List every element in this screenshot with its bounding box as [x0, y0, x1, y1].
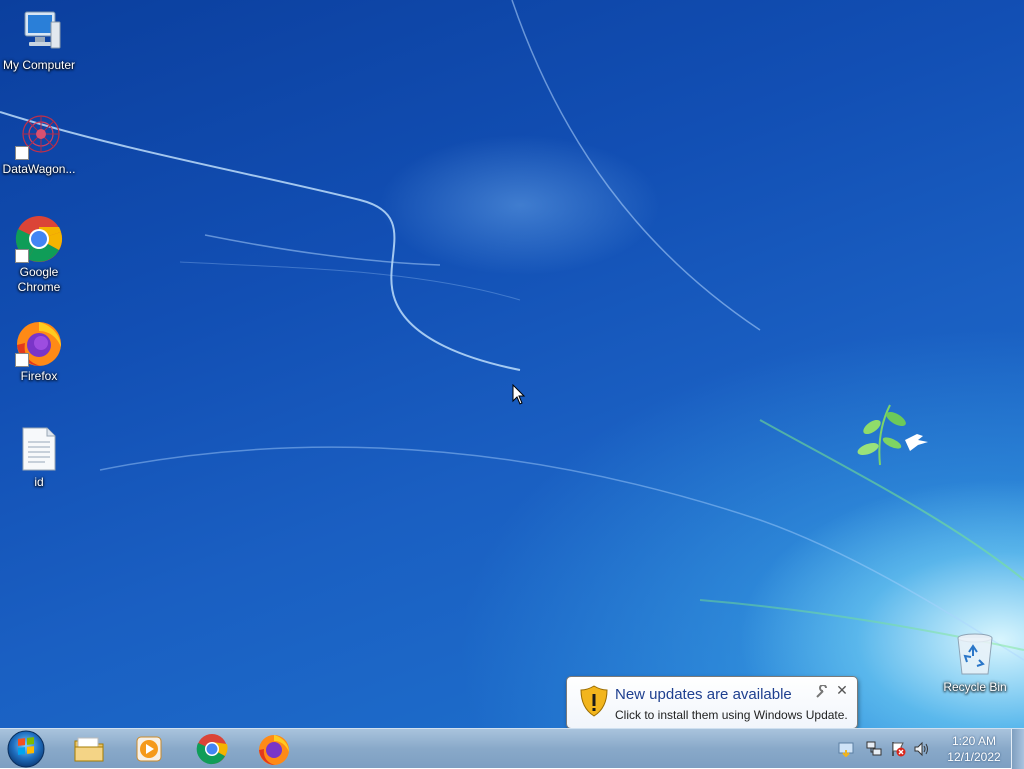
network-icon[interactable]	[866, 741, 882, 757]
media-player-icon	[136, 736, 162, 762]
update-notification-balloon[interactable]: New updates are available Click to insta…	[566, 676, 858, 729]
warning-shield-icon	[580, 685, 608, 717]
desktop-icon-id[interactable]: id	[0, 425, 78, 490]
taskbar-firefox-button[interactable]	[246, 731, 302, 767]
desktop-icon-my-computer[interactable]: My Computer	[0, 8, 78, 73]
chrome-icon	[15, 215, 63, 263]
volume-icon[interactable]	[914, 741, 930, 757]
clock-date: 12/1/2022	[947, 750, 1001, 764]
notification-text: Click to install them using Windows Upda…	[615, 708, 848, 722]
folder-icon	[74, 737, 104, 762]
datawagon-icon	[15, 112, 63, 160]
show-desktop-button[interactable]	[1011, 729, 1024, 769]
desktop-icon-datawagon[interactable]: DataWagon...	[0, 112, 78, 177]
notification-close-button[interactable]: ✕	[835, 684, 849, 698]
taskbar-media-player-button[interactable]	[121, 731, 177, 767]
taskbar-clock[interactable]: 1:20 AM 12/1/2022	[940, 733, 1008, 765]
desktop-icon-label: id	[34, 475, 44, 489]
taskbar-chrome-button[interactable]	[184, 731, 240, 767]
shortcut-arrow-icon	[15, 146, 29, 160]
windows-update-icon[interactable]	[838, 741, 854, 757]
firefox-icon	[259, 735, 289, 765]
leaves-decoration	[857, 404, 928, 466]
notification-title: New updates are available	[615, 686, 792, 703]
desktop[interactable]: My Computer DataWagon... Google Chrome F…	[0, 0, 1024, 728]
recycle-bin-icon	[951, 630, 999, 678]
clock-time: 1:20 AM	[951, 734, 997, 748]
shortcut-arrow-icon	[15, 353, 29, 367]
mouse-cursor-icon	[512, 384, 526, 405]
wrench-icon[interactable]	[815, 685, 829, 699]
action-center-icon[interactable]	[890, 741, 906, 757]
taskbar-windows-explorer-button[interactable]	[61, 731, 117, 767]
desktop-icon-google-chrome[interactable]: Google Chrome	[0, 215, 78, 295]
computer-icon	[15, 8, 63, 56]
chrome-icon	[196, 734, 228, 765]
desktop-icon-label: Google Chrome	[17, 265, 61, 294]
desktop-icon-firefox[interactable]: Firefox	[0, 319, 78, 384]
desktop-icon-label: DataWagon...	[2, 162, 76, 176]
firefox-icon	[15, 319, 63, 367]
taskbar: 1:20 AM 12/1/2022	[0, 728, 1024, 769]
wallpaper-lines	[0, 0, 1024, 661]
desktop-icon-recycle-bin[interactable]: Recycle Bin	[936, 630, 1014, 695]
start-button[interactable]	[7, 730, 45, 768]
text-file-icon	[15, 425, 63, 473]
desktop-icon-label: Firefox	[20, 369, 58, 383]
desktop-icon-label: Recycle Bin	[943, 680, 1007, 694]
desktop-icon-label: My Computer	[2, 58, 76, 72]
shortcut-arrow-icon	[15, 249, 29, 263]
